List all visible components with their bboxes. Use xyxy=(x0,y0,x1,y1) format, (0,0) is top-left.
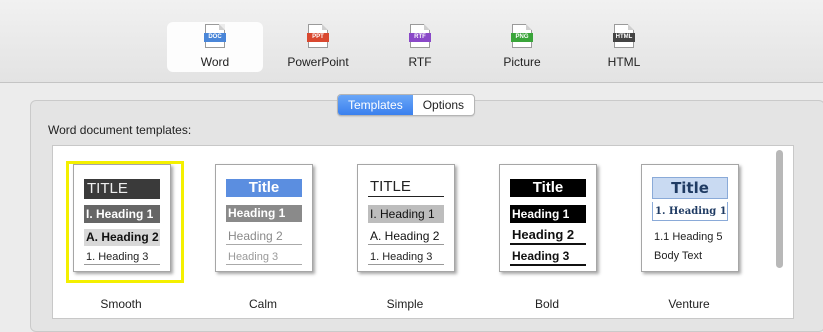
preview-heading-2: A. Heading 2 xyxy=(368,227,444,245)
template-name: Simple xyxy=(386,297,424,311)
preview-body-text: Body Text xyxy=(654,250,703,262)
template-preview: Title 1. Heading 1 1.1 Heading 5 Body Te… xyxy=(641,164,739,272)
template-preview: TITLE I. Heading 1 A. Heading 2 1. Headi… xyxy=(357,164,455,272)
html-document-icon: HTML xyxy=(613,24,635,48)
preview-title: TITLE xyxy=(368,177,444,197)
preview-title: Title xyxy=(226,179,302,197)
format-word-button[interactable]: DOC Word xyxy=(167,22,263,72)
tab-options[interactable]: Options xyxy=(413,95,474,115)
export-format-toolbar: DOC Word PPT PowerPoint RTF RTF PNG Pict… xyxy=(0,0,823,83)
format-tag: PNG xyxy=(511,33,533,42)
format-label: Picture xyxy=(503,55,541,69)
template-name: Bold xyxy=(534,297,560,311)
template-list-scrollbar[interactable] xyxy=(776,150,783,268)
format-html-button[interactable]: HTML HTML xyxy=(576,22,672,72)
preview-heading-1: I. Heading 1 xyxy=(368,205,444,223)
format-picture-button[interactable]: PNG Picture xyxy=(474,22,570,72)
template-preview: Title Heading 1 Heading 2 Heading 3 xyxy=(499,164,597,272)
preview-title: Title xyxy=(652,177,728,199)
preview-heading-2: Heading 2 xyxy=(226,227,302,245)
word-document-icon: DOC xyxy=(204,24,226,48)
preview-heading-2: Heading 2 xyxy=(510,226,586,245)
preview-title: Title xyxy=(510,179,586,197)
preview-heading-1: Heading 1 xyxy=(510,205,586,223)
powerpoint-document-icon: PPT xyxy=(307,24,329,48)
template-selection-highlight xyxy=(66,161,184,283)
template-name: Venture xyxy=(668,297,710,311)
format-tag: RTF xyxy=(409,33,431,42)
format-label: Word xyxy=(200,55,230,69)
format-powerpoint-button[interactable]: PPT PowerPoint xyxy=(270,22,366,72)
template-name: Smooth xyxy=(100,297,142,311)
template-name: Calm xyxy=(248,297,277,311)
format-tag: HTML xyxy=(613,33,635,42)
tab-templates[interactable]: Templates xyxy=(338,95,413,115)
format-rtf-button[interactable]: RTF RTF xyxy=(372,22,468,72)
preview-heading-3: Heading 3 xyxy=(510,248,586,266)
preview-heading-1: Heading 1 xyxy=(226,205,302,222)
png-document-icon: PNG xyxy=(511,24,533,48)
preview-heading-1: 1. Heading 1 xyxy=(652,202,728,221)
preview-heading-3: Heading 3 xyxy=(226,249,302,265)
format-tag: DOC xyxy=(204,33,226,42)
panel-tab-control: Templates Options xyxy=(337,94,476,116)
format-label: PowerPoint xyxy=(287,55,349,69)
preview-heading-2: 1.1 Heading 5 xyxy=(654,231,723,243)
section-label: Word document templates: xyxy=(48,123,192,137)
rtf-document-icon: RTF xyxy=(409,24,431,48)
format-tag: PPT xyxy=(307,33,329,42)
preview-heading-3: 1. Heading 3 xyxy=(368,249,444,265)
template-preview: Title Heading 1 Heading 2 Heading 3 xyxy=(215,164,313,272)
format-label: RTF xyxy=(408,55,432,69)
format-label: HTML xyxy=(607,55,641,69)
